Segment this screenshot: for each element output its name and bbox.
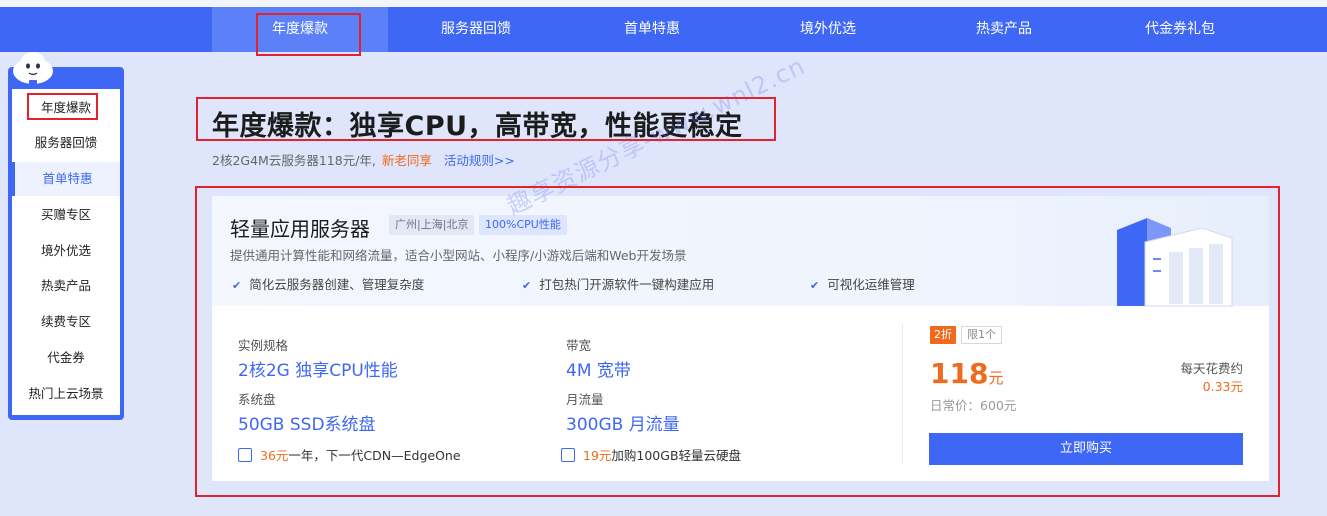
card-header: 轻量应用服务器 广州|上海|北京 100%CPU性能 提供通用计算性能和网络流量… bbox=[212, 196, 1269, 307]
tab-annual-hot[interactable]: 年度爆款 bbox=[212, 7, 388, 52]
sidebar-item-overseas[interactable]: 境外优选 bbox=[12, 234, 120, 268]
tab-first-order[interactable]: 首单特惠 bbox=[564, 7, 740, 52]
original-price: 日常价：600元 bbox=[930, 398, 1017, 413]
limit-badge: 限1个 bbox=[961, 326, 1002, 344]
discount-badge: 2折 bbox=[930, 326, 956, 344]
sidebar-item-vouchers[interactable]: 代金券 bbox=[12, 341, 120, 375]
spec-value: 50GB SSD系统盘 bbox=[238, 415, 376, 435]
sidebar-item-renewal[interactable]: 续费专区 bbox=[12, 305, 120, 339]
spec-value: 300GB 月流量 bbox=[566, 415, 680, 435]
feature-item: ✔ 简化云服务器创建、管理复杂度 bbox=[232, 274, 424, 293]
daily-cost-label: 每天花费约 bbox=[1180, 361, 1243, 376]
price-unit: 元 bbox=[988, 369, 1004, 387]
card-divider bbox=[902, 324, 903, 464]
addon-price: 19元 bbox=[583, 448, 612, 463]
feature-label: 打包热门开源软件一键构建应用 bbox=[539, 277, 715, 292]
check-icon: ✔ bbox=[522, 279, 532, 292]
spec-value: 4M 宽带 bbox=[566, 361, 631, 381]
tab-vouchers[interactable]: 代金券礼包 bbox=[1092, 7, 1268, 52]
sidebar-item-first-order[interactable]: 首单特惠 bbox=[12, 162, 120, 196]
addon-price: 36元 bbox=[260, 448, 289, 463]
spec-label: 系统盘 bbox=[238, 392, 276, 407]
addon-disk: 19元 加购100GB轻量云硬盘 bbox=[561, 445, 741, 464]
addon-cdn-checkbox[interactable] bbox=[238, 447, 252, 462]
region-tag: 广州|上海|北京 bbox=[389, 215, 475, 235]
sidebar-item-hot-products[interactable]: 热卖产品 bbox=[12, 269, 120, 303]
card-title: 轻量应用服务器 bbox=[230, 217, 370, 241]
sidebar-panel: 年度爆款 服务器回馈 首单特惠 买赠专区 境外优选 热卖产品 续费专区 代金券 … bbox=[12, 89, 120, 415]
activity-rules-link[interactable]: 活动规则>> bbox=[444, 153, 515, 168]
cpu-tag: 100%CPU性能 bbox=[479, 215, 567, 235]
addon-text: 一年，下一代CDN—EdgeOne bbox=[288, 448, 461, 463]
check-icon: ✔ bbox=[232, 279, 242, 292]
tab-server-rewards[interactable]: 服务器回馈 bbox=[388, 7, 564, 52]
check-icon: ✔ bbox=[810, 279, 820, 292]
spec-label: 实例规格 bbox=[238, 338, 289, 353]
top-strip bbox=[0, 0, 1327, 7]
hero-sub-highlight: 新老同享 bbox=[381, 153, 432, 168]
feature-item: ✔ 可视化运维管理 bbox=[810, 274, 915, 293]
spec-label: 月流量 bbox=[566, 392, 604, 407]
addon-disk-checkbox[interactable] bbox=[561, 447, 575, 462]
daily-cost-value: 0.33元 bbox=[1202, 379, 1243, 394]
buy-now-button[interactable]: 立即购买 bbox=[929, 433, 1243, 465]
server-illustration-icon bbox=[1117, 218, 1233, 307]
product-card: 轻量应用服务器 广州|上海|北京 100%CPU性能 提供通用计算性能和网络流量… bbox=[212, 196, 1269, 481]
top-nav: 年度爆款 服务器回馈 首单特惠 境外优选 热卖产品 代金券礼包 bbox=[0, 7, 1327, 52]
card-description: 提供通用计算性能和网络流量，适合小型网站、小程序/小游戏后端和Web开发场景 bbox=[230, 248, 687, 263]
tab-hot-products[interactable]: 热卖产品 bbox=[916, 7, 1092, 52]
price: 118元 bbox=[930, 357, 1003, 390]
feature-label: 简化云服务器创建、管理复杂度 bbox=[249, 277, 425, 292]
sidebar-item-cloud-scenarios[interactable]: 热门上云场景 bbox=[12, 377, 120, 411]
addon-text: 加购100GB轻量云硬盘 bbox=[611, 448, 742, 463]
hero-subline: 2核2G4M云服务器118元/年, 新老同享 活动规则>> bbox=[212, 150, 515, 169]
feature-label: 可视化运维管理 bbox=[827, 277, 915, 292]
hero-sub-text: 2核2G4M云服务器118元/年, bbox=[212, 153, 376, 168]
tab-overseas[interactable]: 境外优选 bbox=[740, 7, 916, 52]
feature-item: ✔ 打包热门开源软件一键构建应用 bbox=[522, 274, 714, 293]
sidebar-item-gift-zone[interactable]: 买赠专区 bbox=[12, 198, 120, 232]
spec-label: 带宽 bbox=[566, 338, 592, 353]
sidebar: 年度爆款 服务器回馈 首单特惠 买赠专区 境外优选 热卖产品 续费专区 代金券 … bbox=[8, 52, 124, 420]
spec-value: 2核2G 独享CPU性能 bbox=[238, 361, 398, 381]
sidebar-item-annual-hot[interactable]: 年度爆款 bbox=[12, 91, 120, 125]
sidebar-item-server-rewards[interactable]: 服务器回馈 bbox=[12, 126, 120, 160]
addon-cdn: 36元 一年，下一代CDN—EdgeOne bbox=[238, 445, 461, 464]
price-number: 118 bbox=[930, 357, 989, 390]
cloud-mascot-icon bbox=[13, 52, 53, 86]
